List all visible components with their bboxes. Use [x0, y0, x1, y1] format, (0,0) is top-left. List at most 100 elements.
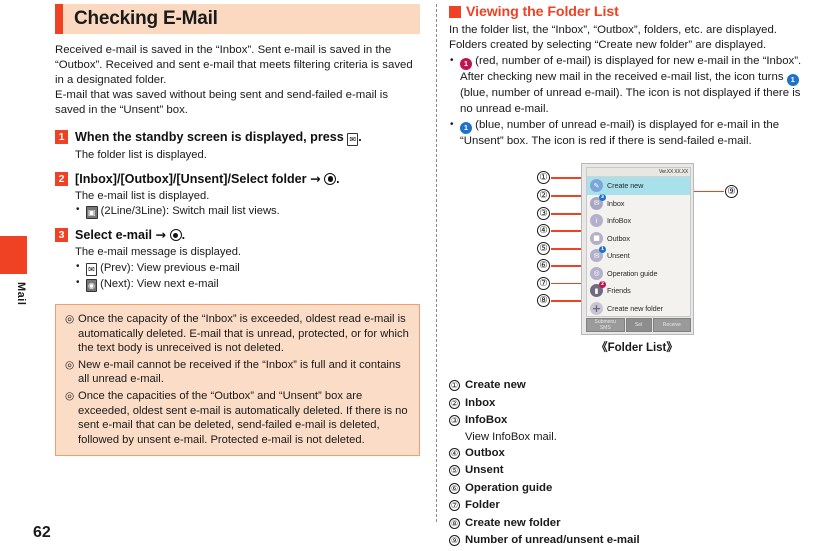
unsent-count-badge: 1	[599, 246, 606, 254]
infobox-icon: i	[590, 214, 603, 228]
step-number-1: 1	[55, 130, 68, 145]
softkey-bar: Submenu SMS Sel Receive	[586, 318, 691, 333]
unsent-icon: ✉ 1	[590, 246, 606, 263]
folder-label-outbox: Outbox	[607, 233, 630, 243]
legend-item-3: ③ InfoBox	[449, 412, 809, 430]
arrow-right-icon: →	[310, 170, 321, 186]
right-column: Viewing the Folder List In the folder li…	[449, 0, 809, 550]
heading-square-icon	[449, 6, 461, 18]
folder-row-create-new-folder[interactable]: + Create new folder	[587, 300, 690, 317]
step-2-bullet-1: ▣ (2Line/3Line): Switch mail list views.	[75, 203, 420, 220]
center-key-icon	[324, 172, 337, 185]
steps-list: 1 When the standby screen is displayed, …	[55, 129, 420, 292]
legend-item-9: ⑨ Number of unread/unsent e-mail	[449, 532, 809, 550]
step-3-bullet-2: ◉ (Next): View next e-mail	[75, 276, 420, 292]
legend-num-9: ⑨	[449, 535, 460, 547]
legend-item-5: ⑤ Unsent	[449, 462, 809, 480]
step-title-2-suffix: .	[336, 171, 340, 186]
mail-key-icon: ✉	[347, 133, 359, 147]
step-title-1-text: When the standby screen is displayed, pr…	[75, 130, 348, 145]
callout-8: ⑧	[537, 294, 550, 308]
folder-label-infobox: InfoBox	[607, 216, 632, 226]
note-item-2: New e-mail cannot be received if the “In…	[65, 358, 410, 387]
step-title-3-text: Select e-mail	[75, 228, 156, 243]
legend-sub-3: View InfoBox mail.	[465, 430, 557, 443]
intro-paragraphs: Received e-mail is saved in the “Inbox”.…	[55, 43, 420, 118]
folder-label-create-new: Create new	[607, 181, 644, 191]
inbox-unread-badge: 3	[599, 193, 606, 201]
right-bullet-2-seg1: (blue, number of unread e-mail) is displ…	[460, 118, 780, 147]
legend-label-9: Number of unread/unsent e-mail	[465, 534, 640, 547]
step-title-3-suffix: .	[181, 228, 186, 243]
step-desc-1: The folder list is displayed.	[75, 149, 207, 162]
legend-item-8: ⑧ Create new folder	[449, 515, 809, 533]
leader-line-7	[551, 283, 584, 285]
column-divider	[436, 4, 437, 522]
arrow-right-icon-2: →	[155, 227, 167, 243]
folder-row-infobox[interactable]: i InfoBox	[587, 212, 690, 230]
operation-guide-icon: ◎	[590, 266, 603, 280]
outbox-icon: ■	[590, 231, 603, 245]
right-intro-paragraph: In the folder list, the “Inbox”, “Outbox…	[449, 24, 777, 52]
legend-item-4: ④ Outbox	[449, 445, 809, 463]
folder-row-operation-guide[interactable]: ◎ Operation guide	[587, 265, 690, 283]
legend-item-2: ② Inbox	[449, 395, 809, 413]
status-bar: Ver.XX XX.XX	[587, 168, 690, 178]
softkey-center[interactable]: Sel	[625, 318, 652, 333]
leader-line-6	[551, 265, 584, 267]
section-title-banner: Checking E-Mail	[55, 4, 420, 34]
create-new-icon: ✎	[590, 179, 603, 193]
legend-num-8: ⑧	[449, 517, 460, 529]
softkey-right[interactable]: Receive	[652, 318, 691, 333]
softkey-left[interactable]: Submenu SMS	[586, 318, 625, 333]
folder-row-create-new[interactable]: ✎ Create new	[587, 177, 690, 195]
softkey-left-bottom: SMS	[599, 325, 611, 332]
right-bullet-1-seg1: (red, number of e-mail) is displayed for…	[460, 55, 802, 84]
step-number-3: 3	[55, 228, 68, 243]
legend-label-6: Operation guide	[465, 481, 553, 494]
callout-4: ④	[537, 224, 550, 238]
subsection-heading: Viewing the Folder List	[449, 4, 809, 20]
step-title-2: [Inbox]/[Outbox]/[Unsent]/Select folder …	[75, 171, 420, 187]
prev-mail-key-icon: ✉	[86, 262, 97, 276]
intro-paragraph-2: E-mail that was saved without being sent…	[55, 89, 389, 117]
folder-label-inbox: Inbox	[607, 198, 625, 208]
legend-num-4: ④	[449, 447, 460, 459]
step-desc-3: The e-mail message is displayed.	[75, 246, 242, 259]
step-title-1: When the standby screen is displayed, pr…	[75, 129, 420, 147]
blue-count-badge-icon: 1	[786, 74, 799, 87]
folder-row-outbox[interactable]: ■ Outbox	[587, 230, 690, 248]
legend-label-8: Create new folder	[465, 516, 561, 529]
left-column: Checking E-Mail Received e-mail is saved…	[55, 0, 420, 457]
leader-line-3	[551, 213, 584, 215]
legend-label-5: Unsent	[465, 464, 504, 477]
step-2-bullet-1-text: (2Line/3Line): Switch mail list views.	[100, 205, 280, 218]
callout-1: ①	[537, 171, 550, 185]
note-item-3: Once the capacities of the “Outbox” and …	[65, 389, 410, 447]
page-number: 62	[33, 524, 51, 541]
leader-line-1	[551, 177, 584, 179]
notes-box: Once the capacity of the “Inbox” is exce…	[55, 303, 420, 457]
folder-row-inbox[interactable]: ✉ 3 Inbox	[587, 193, 690, 213]
step-number-2: 2	[55, 171, 68, 186]
red-count-badge-icon: 1	[460, 58, 472, 71]
folder-label-create-new-folder: Create new folder	[607, 303, 663, 313]
legend-label-7: Folder	[465, 499, 500, 512]
leader-line-4	[551, 230, 584, 232]
step-3-bullet-2-text: (Next): View next e-mail	[100, 277, 219, 290]
callout-3: ③	[537, 207, 550, 221]
page-title: Checking E-Mail	[74, 8, 218, 29]
folder-row-unsent[interactable]: ✉ 1 Unsent	[587, 246, 690, 265]
subsection-heading-text: Viewing the Folder List	[466, 4, 619, 20]
leader-line-5	[551, 248, 584, 250]
inbox-icon: ✉ 3	[590, 193, 606, 210]
phone-screen: Ver.XX XX.XX ✎ Create new ✉ 3 Inbox i In…	[586, 167, 691, 318]
callout-9: ⑨	[725, 185, 738, 199]
legend-item-7: ⑦ Folder	[449, 497, 809, 515]
callout-2: ②	[537, 189, 550, 203]
folder-row-friends[interactable]: ▮ 2 Friends	[587, 281, 690, 300]
callout-5: ⑤	[537, 242, 550, 256]
callout-6: ⑥	[537, 259, 550, 273]
right-bullet-2: 1 (blue, number of unread e-mail) is dis…	[449, 117, 809, 149]
step-3-bullet-1: ✉ (Prev): View previous e-mail	[75, 260, 420, 276]
